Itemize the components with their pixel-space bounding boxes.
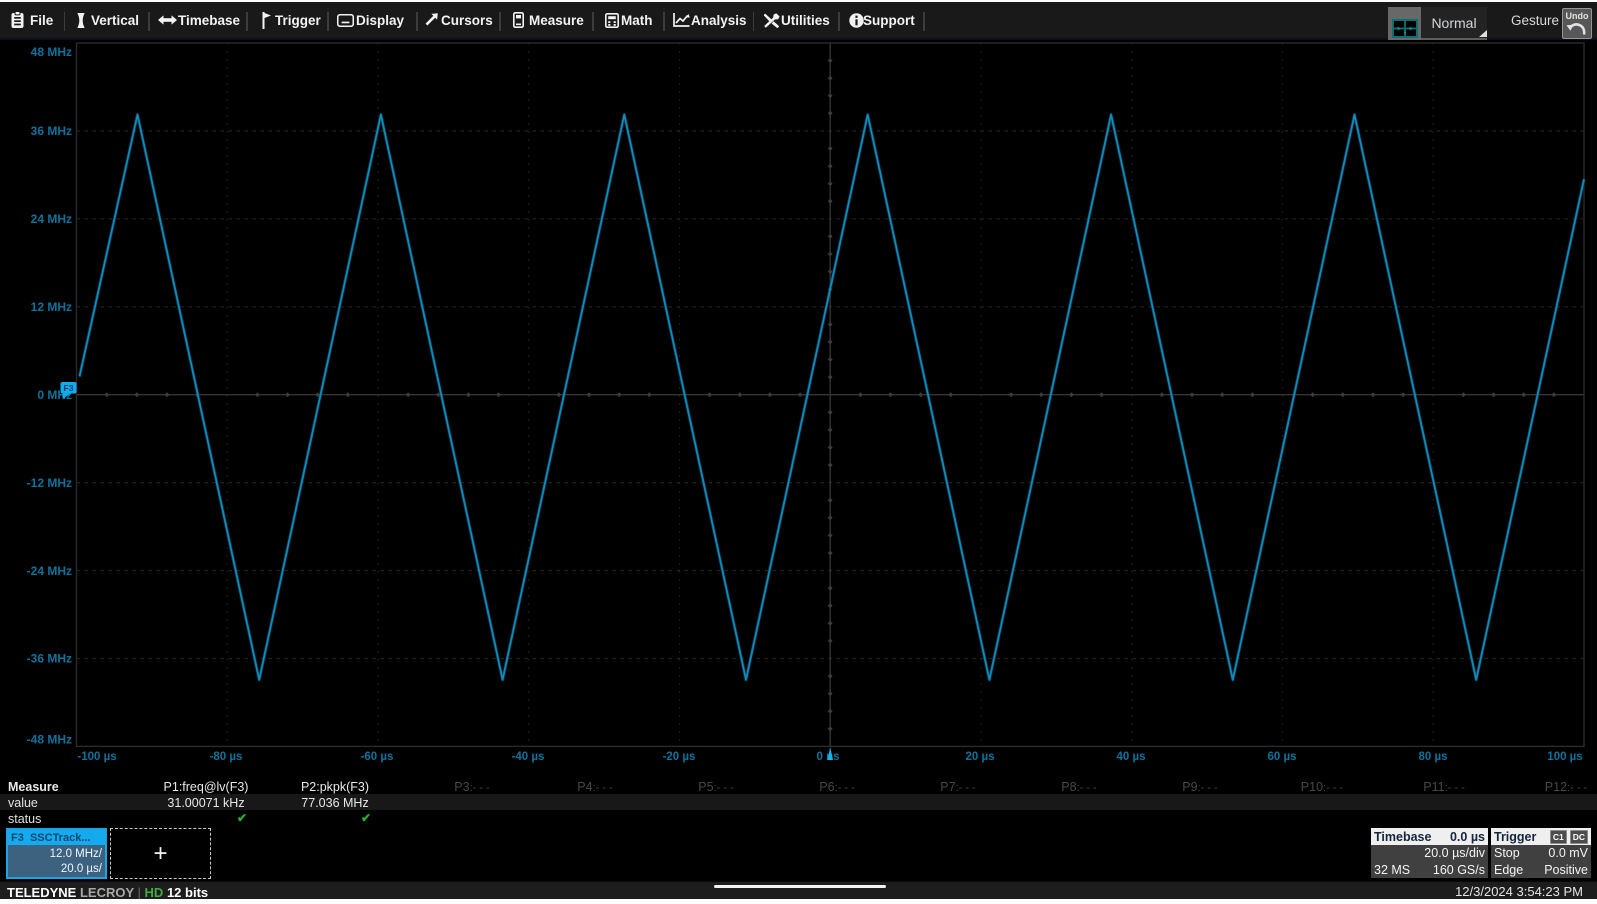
svg-text:40 µs: 40 µs [1116, 751, 1145, 763]
svg-text:20 µs: 20 µs [965, 751, 994, 763]
svg-text:-24 MHz: -24 MHz [27, 564, 72, 578]
svg-text:-36 MHz: -36 MHz [27, 652, 72, 666]
svg-text:-12 MHz: -12 MHz [27, 476, 72, 490]
svg-text:-60 µs: -60 µs [361, 751, 394, 763]
svg-text:F3: F3 [64, 383, 74, 393]
svg-text:80 µs: 80 µs [1418, 751, 1447, 763]
svg-text:-48 MHz: -48 MHz [27, 733, 72, 747]
svg-text:-20 µs: -20 µs [663, 751, 696, 763]
svg-text:0 ns: 0 ns [816, 751, 839, 763]
svg-text:12 MHz: 12 MHz [31, 300, 72, 314]
svg-text:48 MHz: 48 MHz [31, 45, 72, 59]
svg-text:-100 µs: -100 µs [77, 751, 116, 763]
svg-text:60 µs: 60 µs [1267, 751, 1296, 763]
svg-text:-40 µs: -40 µs [512, 751, 545, 763]
svg-text:100 µs: 100 µs [1547, 751, 1582, 763]
svg-text:24 MHz: 24 MHz [31, 212, 72, 226]
svg-text:36 MHz: 36 MHz [31, 124, 72, 138]
svg-text:-80 µs: -80 µs [210, 751, 243, 763]
